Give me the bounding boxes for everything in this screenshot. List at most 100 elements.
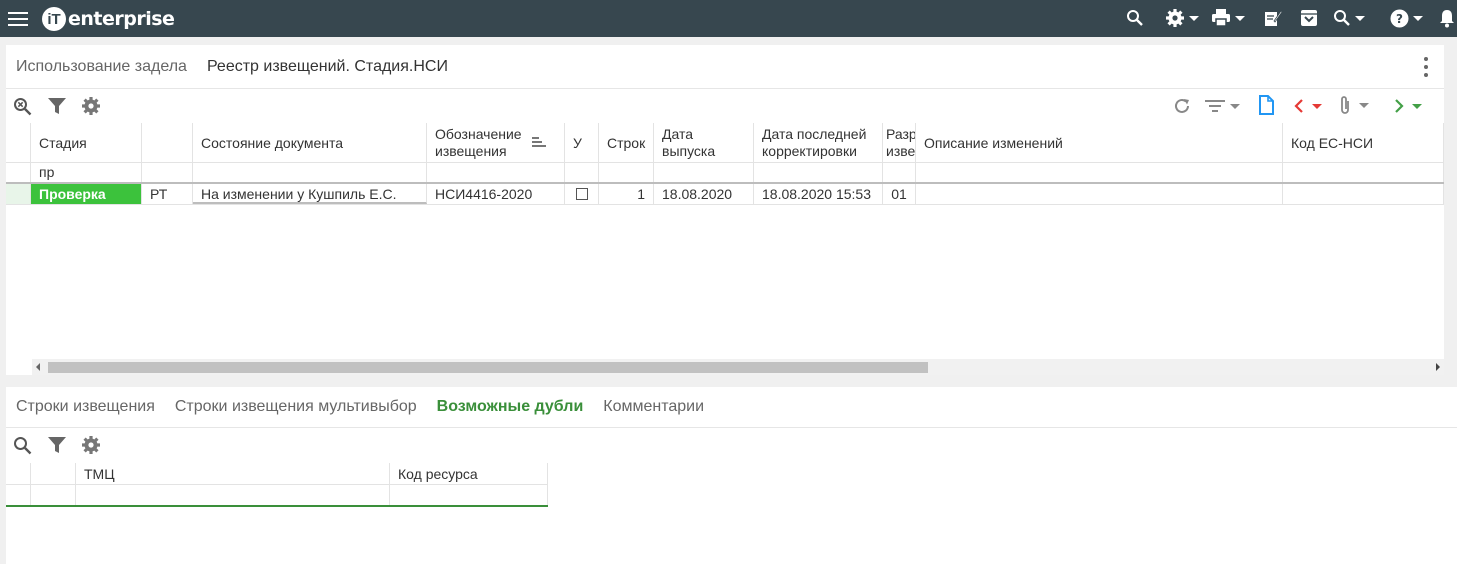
sort-icon [532, 137, 546, 147]
header-issue-date[interactable]: Дата выпуска [654, 123, 754, 163]
header-designation[interactable]: Обозначение извещения [427, 123, 565, 163]
app-logo[interactable]: iT enterprise [42, 5, 175, 33]
header-resource-code[interactable]: Код ресурса [390, 463, 548, 485]
settings-menu[interactable] [1165, 8, 1199, 28]
row-select-cell[interactable] [6, 184, 31, 204]
filter-code-input[interactable] [1283, 163, 1444, 182]
next-record-menu[interactable] [1390, 96, 1426, 116]
tab-possible-duplicates[interactable]: Возможные дубли [437, 398, 584, 416]
filter-cell[interactable] [31, 485, 76, 505]
filter-rows-input[interactable] [599, 163, 654, 182]
tab-comments[interactable]: Комментарии [603, 398, 704, 416]
cell-code[interactable] [1283, 184, 1444, 204]
zoom-menu[interactable] [1333, 8, 1365, 28]
cell-doc-state[interactable]: На изменении у Кушпиль Е.С. [193, 184, 427, 204]
search-icon[interactable] [12, 435, 32, 455]
filter-description-input[interactable] [916, 163, 1283, 182]
top-bar: iT enterprise ? [0, 0, 1457, 37]
bottom-tabs: Строки извещения Строки извещения мульти… [6, 387, 1457, 428]
bell-icon[interactable] [1438, 8, 1456, 28]
header-last-fix[interactable]: Дата последней корректировки [754, 123, 883, 163]
filter-lastfix-input[interactable] [754, 163, 883, 182]
header-code[interactable]: Код ЕС-НСИ [1283, 123, 1444, 163]
attachment-menu[interactable] [1336, 94, 1372, 116]
header-u[interactable]: У [565, 123, 599, 163]
help-icon: ? [1390, 9, 1409, 27]
cell-rows[interactable]: 1 [599, 184, 654, 204]
cell-u[interactable] [565, 184, 599, 204]
print-menu[interactable] [1211, 8, 1245, 28]
filter-tmc-input[interactable] [76, 485, 390, 505]
cell-razr[interactable]: 01 [883, 184, 916, 204]
u-checkbox[interactable] [575, 188, 588, 200]
header-tmc[interactable]: ТМЦ [76, 463, 390, 485]
refresh-icon[interactable] [1172, 96, 1192, 116]
table-row[interactable]: Проверка РТ На изменении у Кушпиль Е.С. … [6, 184, 1444, 205]
more-options-icon[interactable] [1424, 57, 1428, 77]
chevron-down-icon [1413, 15, 1423, 21]
prev-record-menu[interactable] [1290, 96, 1326, 116]
header-lastfix-line2: корректировки [762, 143, 857, 159]
filter-stage-input[interactable]: пр [31, 163, 142, 182]
chevron-down-icon [1235, 15, 1245, 21]
search-icon[interactable] [1126, 8, 1144, 28]
filter-icon[interactable] [46, 434, 68, 456]
cell-last-fix[interactable]: 18.08.2020 15:53 [754, 184, 883, 204]
header-doc-state[interactable]: Состояние документа [193, 123, 427, 163]
filter-resource-code-input[interactable] [390, 485, 548, 505]
tab-notice-lines[interactable]: Строки извещения [16, 398, 155, 416]
tab-notice-lines-multiselect[interactable]: Строки извещения мультивыбор [175, 398, 417, 416]
tab-reserve-usage[interactable]: Использование задела [16, 58, 187, 76]
top-tabs: Использование задела Реестр извещений. С… [6, 45, 1444, 89]
chevron-left-icon [1294, 99, 1303, 113]
help-menu[interactable]: ? [1390, 8, 1423, 28]
grid-header-row: ТМЦ Код ресурса [6, 463, 548, 485]
filter-type-input[interactable] [142, 163, 193, 182]
hamburger-menu-icon[interactable] [8, 9, 28, 27]
chevron-down-icon [1359, 102, 1369, 108]
header-description[interactable]: Описание изменений [916, 123, 1283, 163]
new-document-icon[interactable] [1256, 94, 1276, 116]
header-razr-line1: Разр [886, 126, 916, 142]
scroll-right-icon[interactable] [1436, 363, 1440, 371]
notices-registry-panel: Использование задела Реестр извещений. С… [6, 45, 1444, 375]
grid-filter-row [6, 485, 548, 507]
header-extra-column[interactable] [31, 463, 76, 485]
header-select-column[interactable] [6, 463, 31, 485]
edit-note-icon[interactable] [1264, 8, 1282, 28]
cell-designation[interactable]: НСИ4416-2020 [427, 184, 565, 204]
filter-icon[interactable] [46, 95, 68, 117]
clear-search-icon[interactable] [12, 96, 32, 116]
cell-issue-date[interactable]: 18.08.2020 [654, 184, 754, 204]
top-toolbar [6, 89, 1444, 123]
header-select-column[interactable] [6, 123, 31, 163]
chevron-down-icon [1312, 103, 1322, 109]
filter-issue-input[interactable] [654, 163, 754, 182]
tab-notices-registry[interactable]: Реестр извещений. Стадия.НСИ [207, 58, 448, 76]
grid-header-row: Стадия Состояние документа Обозначение и… [6, 123, 1444, 163]
cell-type[interactable]: РТ [142, 184, 193, 204]
filter-razr-input[interactable] [883, 163, 916, 182]
cell-description[interactable] [916, 184, 1283, 204]
grid-filter-row: пр [6, 163, 1444, 184]
header-razr[interactable]: Разр изве [883, 123, 916, 163]
status-badge[interactable]: Проверка [31, 184, 142, 204]
scroll-left-icon[interactable] [36, 363, 40, 371]
horizontal-scrollbar[interactable] [32, 359, 1444, 375]
header-type[interactable] [142, 123, 193, 163]
sort-filter-menu[interactable] [1202, 96, 1242, 116]
paperclip-icon [1341, 96, 1349, 114]
chevron-down-icon [1230, 103, 1240, 109]
detail-panel: Строки извещения Строки извещения мульти… [6, 387, 1457, 564]
filter-doc-state-input[interactable] [193, 163, 427, 182]
gear-icon[interactable] [80, 434, 102, 456]
archive-icon[interactable] [1300, 8, 1318, 28]
scrollbar-thumb[interactable] [48, 362, 928, 373]
filter-designation-input[interactable] [427, 163, 565, 182]
zoom-icon [1334, 10, 1350, 26]
filter-u-input[interactable] [565, 163, 599, 182]
chevron-down-icon [1355, 15, 1365, 21]
gear-icon[interactable] [80, 95, 102, 117]
header-rows[interactable]: Строк [599, 123, 654, 163]
header-stage[interactable]: Стадия [31, 123, 142, 163]
